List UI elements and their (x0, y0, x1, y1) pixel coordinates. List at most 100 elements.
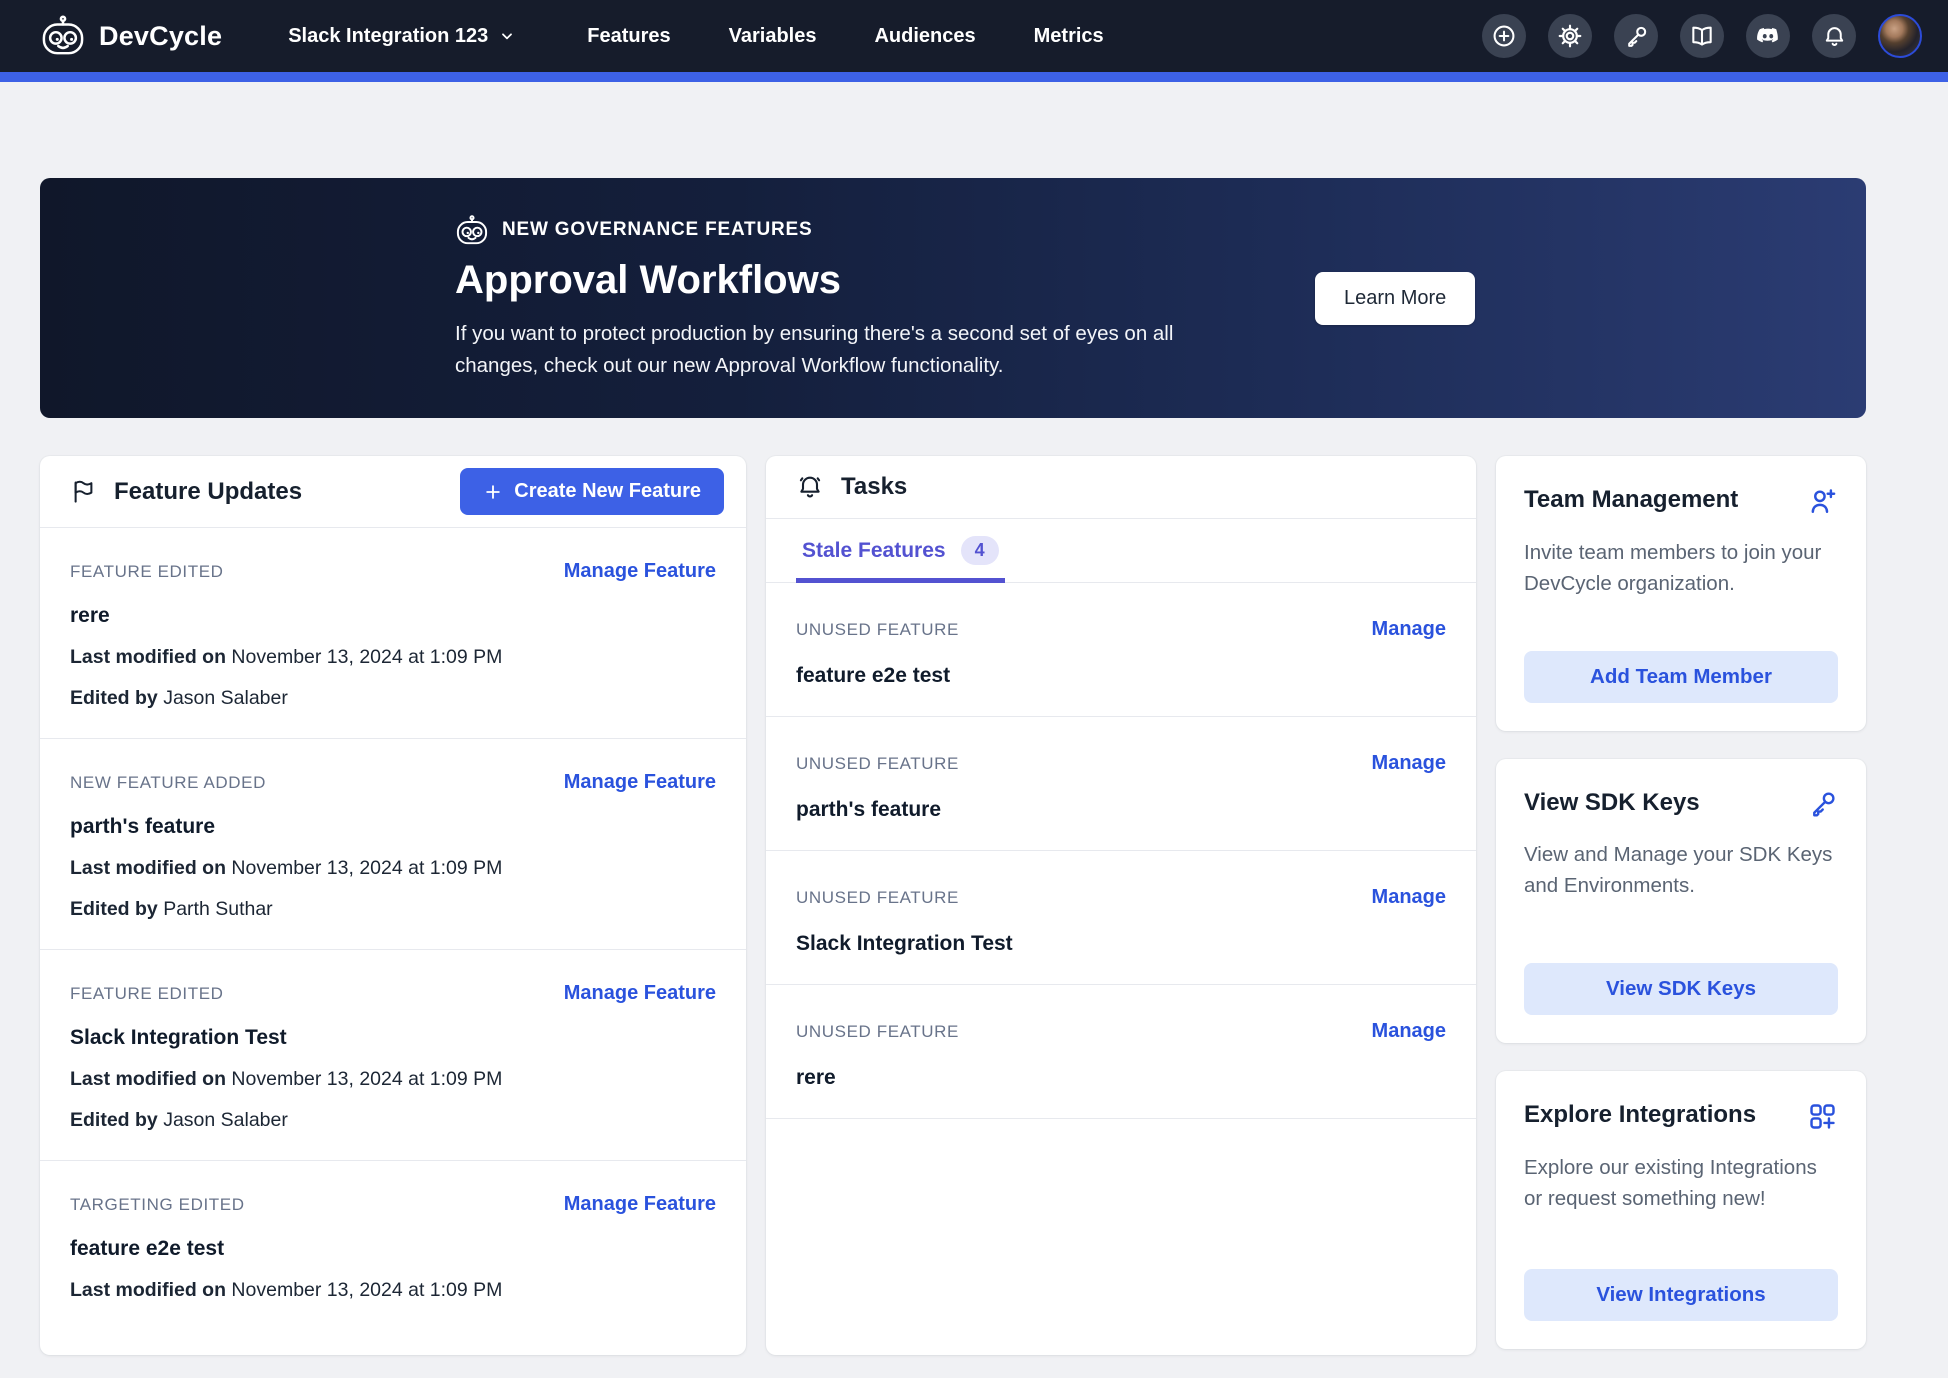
view-integrations-button[interactable]: View Integrations (1524, 1269, 1838, 1321)
key-icon (1808, 789, 1838, 819)
task-feature-name: rere (796, 1066, 1446, 1090)
last-modified: Last modified on November 13, 2024 at 1:… (70, 857, 716, 880)
accent-bar (0, 72, 1948, 82)
feature-update-row: TARGETING EDITED Manage Feature feature … (40, 1161, 746, 1355)
nav-link-audiences[interactable]: Audiences (874, 25, 975, 48)
right-sidebar: Team Management Invite team members to j… (1496, 456, 1866, 1355)
event-type-label: FEATURE EDITED (70, 562, 224, 582)
bell-icon (796, 473, 824, 501)
add-team-member-button[interactable]: Add Team Member (1524, 651, 1838, 703)
user-avatar[interactable] (1878, 14, 1922, 58)
manage-link[interactable]: Manage (1372, 1020, 1446, 1043)
brand-name: DevCycle (99, 21, 222, 52)
announcement-content: NEW GOVERNANCE FEATURES Approval Workflo… (455, 215, 1225, 382)
team-management-title: Team Management (1524, 486, 1738, 514)
last-modified: Last modified on November 13, 2024 at 1:… (70, 1279, 716, 1302)
feature-update-row: FEATURE EDITED Manage Feature rere Last … (40, 528, 746, 739)
integrations-description: Explore our existing Integrations or req… (1524, 1153, 1838, 1215)
flag-icon (70, 478, 97, 505)
feature-name: Slack Integration Test (70, 1026, 716, 1050)
feature-updates-card: Feature Updates Create New Feature FEATU… (40, 456, 746, 1355)
notifications-button[interactable] (1812, 14, 1856, 58)
feature-name: rere (70, 604, 716, 628)
event-type-label: NEW FEATURE ADDED (70, 773, 266, 793)
manage-feature-link[interactable]: Manage Feature (564, 1193, 716, 1216)
task-row: UNUSED FEATURE Manage rere (766, 985, 1476, 1119)
manage-feature-link[interactable]: Manage Feature (564, 982, 716, 1005)
discord-button[interactable] (1746, 14, 1790, 58)
devcycle-logo[interactable]: DevCycle (40, 15, 222, 57)
task-type-label: UNUSED FEATURE (796, 888, 959, 908)
announcement-description: If you want to protect production by ens… (455, 318, 1225, 382)
grid-plus-icon (1807, 1101, 1838, 1132)
settings-button[interactable] (1548, 14, 1592, 58)
bell-icon (1822, 24, 1847, 49)
primary-nav: Features Variables Audiences Metrics (587, 25, 1103, 48)
event-type-label: FEATURE EDITED (70, 984, 224, 1004)
create-button[interactable] (1482, 14, 1526, 58)
feature-name: parth's feature (70, 815, 716, 839)
manage-link[interactable]: Manage (1372, 618, 1446, 641)
book-icon (1689, 23, 1715, 49)
feature-updates-title: Feature Updates (114, 478, 302, 506)
view-sdk-keys-button[interactable]: View SDK Keys (1524, 963, 1838, 1015)
task-row: UNUSED FEATURE Manage parth's feature (766, 717, 1476, 851)
feature-name: feature e2e test (70, 1237, 716, 1261)
tab-stale-features[interactable]: Stale Features 4 (796, 519, 1005, 583)
docs-button[interactable] (1680, 14, 1724, 58)
sdk-keys-description: View and Manage your SDK Keys and Enviro… (1524, 840, 1838, 902)
announcement-eyebrow: NEW GOVERNANCE FEATURES (502, 219, 812, 241)
manage-feature-link[interactable]: Manage Feature (564, 560, 716, 583)
integrations-card: Explore Integrations Explore our existin… (1496, 1071, 1866, 1349)
announcement-banner: NEW GOVERNANCE FEATURES Approval Workflo… (40, 178, 1866, 418)
edited-by: Edited by Jason Salaber (70, 1109, 716, 1132)
create-new-feature-button[interactable]: Create New Feature (460, 468, 724, 515)
gear-icon (1557, 23, 1583, 49)
nav-link-variables[interactable]: Variables (729, 25, 817, 48)
tasks-title: Tasks (841, 473, 907, 501)
robot-icon (455, 215, 489, 246)
last-modified: Last modified on November 13, 2024 at 1:… (70, 646, 716, 669)
feature-update-row: FEATURE EDITED Manage Feature Slack Inte… (40, 950, 746, 1161)
sdk-keys-card: View SDK Keys View and Manage your SDK K… (1496, 759, 1866, 1043)
discord-icon (1755, 23, 1781, 49)
task-feature-name: parth's feature (796, 798, 1446, 822)
manage-link[interactable]: Manage (1372, 886, 1446, 909)
task-row: UNUSED FEATURE Manage Slack Integration … (766, 851, 1476, 985)
event-type-label: TARGETING EDITED (70, 1195, 245, 1215)
tasks-tab-bar: Stale Features 4 (766, 519, 1476, 583)
nav-link-features[interactable]: Features (587, 25, 670, 48)
announcement-title: Approval Workflows (455, 258, 1225, 303)
project-selector[interactable]: Slack Integration 123 (288, 25, 515, 48)
plus-icon (483, 482, 503, 502)
team-management-card: Team Management Invite team members to j… (1496, 456, 1866, 731)
nav-link-metrics[interactable]: Metrics (1034, 25, 1104, 48)
devcycle-robot-icon (40, 15, 86, 57)
team-management-description: Invite team members to join your DevCycl… (1524, 538, 1838, 600)
tasks-card: Tasks Stale Features 4 UNUSED FEATURE Ma… (766, 456, 1476, 1355)
person-plus-icon (1807, 486, 1838, 517)
integrations-title: Explore Integrations (1524, 1101, 1756, 1129)
dashboard-content: Feature Updates Create New Feature FEATU… (40, 456, 1866, 1355)
edited-by: Edited by Jason Salaber (70, 687, 716, 710)
project-selector-label: Slack Integration 123 (288, 25, 488, 48)
learn-more-button[interactable]: Learn More (1315, 272, 1475, 325)
manage-feature-link[interactable]: Manage Feature (564, 771, 716, 794)
task-type-label: UNUSED FEATURE (796, 620, 959, 640)
navbar-actions (1482, 14, 1922, 58)
task-type-label: UNUSED FEATURE (796, 1022, 959, 1042)
top-navbar: DevCycle Slack Integration 123 Features … (0, 0, 1948, 72)
stale-features-count-badge: 4 (961, 536, 999, 565)
plus-circle-icon (1491, 23, 1517, 49)
feature-update-row: NEW FEATURE ADDED Manage Feature parth's… (40, 739, 746, 950)
task-feature-name: Slack Integration Test (796, 932, 1446, 956)
sdk-keys-button[interactable] (1614, 14, 1658, 58)
manage-link[interactable]: Manage (1372, 752, 1446, 775)
edited-by: Edited by Parth Suthar (70, 898, 716, 921)
key-icon (1624, 24, 1649, 49)
task-row: UNUSED FEATURE Manage feature e2e test (766, 583, 1476, 717)
task-type-label: UNUSED FEATURE (796, 754, 959, 774)
task-feature-name: feature e2e test (796, 664, 1446, 688)
chevron-down-icon (499, 28, 515, 44)
sdk-keys-title: View SDK Keys (1524, 789, 1700, 817)
